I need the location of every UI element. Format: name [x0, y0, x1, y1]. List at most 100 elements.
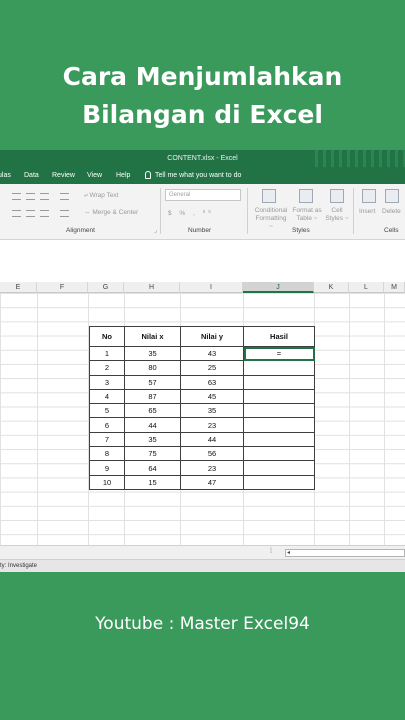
- align-left-icon[interactable]: [12, 210, 21, 217]
- column-header-k[interactable]: K: [314, 282, 349, 293]
- cell-nilai-y[interactable]: 56: [180, 446, 244, 462]
- ribbon: ⤶ Wrap Text ⇔ Merge & Center Alignment ⌟…: [0, 184, 405, 240]
- active-cell-hasil[interactable]: =: [243, 345, 315, 362]
- align-top-icon[interactable]: [12, 193, 21, 200]
- scroll-split-handle[interactable]: ⁞: [270, 548, 272, 555]
- wrap-text-label: Wrap Text: [89, 192, 119, 199]
- column-header-f[interactable]: F: [37, 282, 88, 293]
- tell-me-box[interactable]: Tell me what you want to do: [145, 167, 241, 184]
- cell-nilai-x[interactable]: 15: [124, 474, 181, 490]
- cell-nilai-x[interactable]: 80: [124, 360, 181, 376]
- column-header-j[interactable]: J: [243, 282, 314, 293]
- align-center-icon[interactable]: [26, 210, 35, 217]
- orientation-icon[interactable]: [60, 193, 69, 200]
- cell-no[interactable]: 9: [89, 460, 125, 476]
- conditional-formatting-icon[interactable]: [262, 189, 276, 203]
- cell-hasil[interactable]: [243, 431, 315, 448]
- tab-view[interactable]: View: [87, 167, 102, 184]
- cell-nilai-x[interactable]: 64: [124, 460, 181, 476]
- cell-nilai-y[interactable]: 23: [180, 417, 244, 433]
- cell-hasil[interactable]: [243, 374, 315, 390]
- wrap-text-button[interactable]: ⤶ Wrap Text: [84, 192, 118, 200]
- accessibility-status[interactable]: ty: Investigate: [0, 563, 37, 569]
- tab-data[interactable]: Data: [24, 167, 39, 184]
- cell-nilai-y[interactable]: 45: [180, 388, 244, 405]
- cell-no[interactable]: 4: [89, 388, 125, 405]
- cell-nilai-x[interactable]: 35: [124, 431, 181, 448]
- cell-no[interactable]: 3: [89, 374, 125, 390]
- format-as-table-icon[interactable]: [299, 189, 313, 203]
- cell-no[interactable]: 2: [89, 360, 125, 376]
- cell-styles-icon[interactable]: [330, 189, 344, 203]
- cell-nilai-x[interactable]: 57: [124, 374, 181, 390]
- tab-formulas[interactable]: ulas: [0, 167, 11, 184]
- alignment-launcher-icon[interactable]: ⌟: [154, 226, 157, 234]
- titlebar-decoration: [315, 150, 405, 167]
- cell-nilai-x[interactable]: 75: [124, 446, 181, 462]
- insert-button[interactable]: Insert: [359, 208, 375, 215]
- cell-hasil[interactable]: [243, 474, 315, 490]
- table-row: 9 64 23: [89, 460, 315, 476]
- menu-bar: ulas Data Review View Help Tell me what …: [0, 167, 405, 184]
- cell-no[interactable]: 5: [89, 403, 125, 419]
- cell-styles-button[interactable]: Cell Styles ~: [323, 207, 351, 223]
- cell-hasil[interactable]: [243, 360, 315, 376]
- cell-nilai-y[interactable]: 25: [180, 360, 244, 376]
- column-header-e[interactable]: E: [0, 282, 37, 293]
- column-header-m[interactable]: M: [384, 282, 405, 293]
- cell-no[interactable]: 10: [89, 474, 125, 490]
- data-table: No Nilai x Nilai y Hasil 1 35 43 = 2 80 …: [89, 326, 315, 490]
- cell-no[interactable]: 1: [89, 345, 125, 362]
- cell-nilai-y[interactable]: 44: [180, 431, 244, 448]
- table-row: 3 57 63: [89, 374, 315, 390]
- column-header-h[interactable]: H: [124, 282, 180, 293]
- number-format-select[interactable]: General: [165, 189, 241, 201]
- cf-label-1: Conditional: [254, 207, 288, 214]
- cell-no[interactable]: 6: [89, 417, 125, 433]
- cell-nilai-y[interactable]: 43: [180, 345, 244, 362]
- cell-hasil[interactable]: [243, 446, 315, 462]
- cell-nilai-x[interactable]: 65: [124, 403, 181, 419]
- header-nilai-x[interactable]: Nilai x: [124, 326, 181, 347]
- cell-hasil[interactable]: [243, 417, 315, 433]
- tab-review[interactable]: Review: [52, 167, 75, 184]
- align-right-icon[interactable]: [40, 210, 49, 217]
- cell-no[interactable]: 8: [89, 446, 125, 462]
- scroll-left-arrow-icon[interactable]: ◂: [287, 550, 290, 556]
- cell-nilai-x[interactable]: 35: [124, 345, 181, 362]
- merge-center-button[interactable]: ⇔ Merge & Center: [84, 209, 138, 216]
- header-hasil[interactable]: Hasil: [243, 326, 315, 347]
- cell-hasil[interactable]: [243, 460, 315, 476]
- indent-icon[interactable]: [60, 210, 69, 217]
- table-row: 5 65 35: [89, 403, 315, 419]
- group-number: Number: [188, 227, 212, 234]
- column-header-g[interactable]: G: [88, 282, 124, 293]
- cell-nilai-x[interactable]: 44: [124, 417, 181, 433]
- cell-nilai-y[interactable]: 47: [180, 474, 244, 490]
- cs-label-2: Styles ~: [325, 215, 349, 222]
- align-middle-icon[interactable]: [26, 193, 35, 200]
- cell-nilai-y[interactable]: 23: [180, 460, 244, 476]
- tab-help[interactable]: Help: [116, 167, 130, 184]
- header-no[interactable]: No: [89, 326, 125, 347]
- format-as-table-button[interactable]: Format as Table ~: [290, 207, 324, 223]
- table-row: 7 35 44: [89, 431, 315, 448]
- cell-no[interactable]: 7: [89, 431, 125, 448]
- align-bottom-icon[interactable]: [40, 193, 49, 200]
- window-title: CONTENT.xlsx - Excel: [167, 155, 238, 162]
- cell-hasil[interactable]: [243, 388, 315, 405]
- insert-icon[interactable]: [362, 189, 376, 203]
- table-row: 6 44 23: [89, 417, 315, 433]
- horizontal-scrollbar[interactable]: ◂: [285, 549, 405, 557]
- number-format-buttons[interactable]: $ % , ⁰⁰: [168, 209, 214, 217]
- delete-button[interactable]: Delete: [382, 208, 401, 215]
- cell-hasil[interactable]: [243, 403, 315, 419]
- delete-icon[interactable]: [385, 189, 399, 203]
- column-header-i[interactable]: I: [180, 282, 243, 293]
- header-nilai-y[interactable]: Nilai y: [180, 326, 244, 347]
- cell-nilai-x[interactable]: 87: [124, 388, 181, 405]
- conditional-formatting-button[interactable]: Conditional Formatting ~: [253, 207, 289, 231]
- column-header-l[interactable]: L: [349, 282, 384, 293]
- cell-nilai-y[interactable]: 63: [180, 374, 244, 390]
- cell-nilai-y[interactable]: 35: [180, 403, 244, 419]
